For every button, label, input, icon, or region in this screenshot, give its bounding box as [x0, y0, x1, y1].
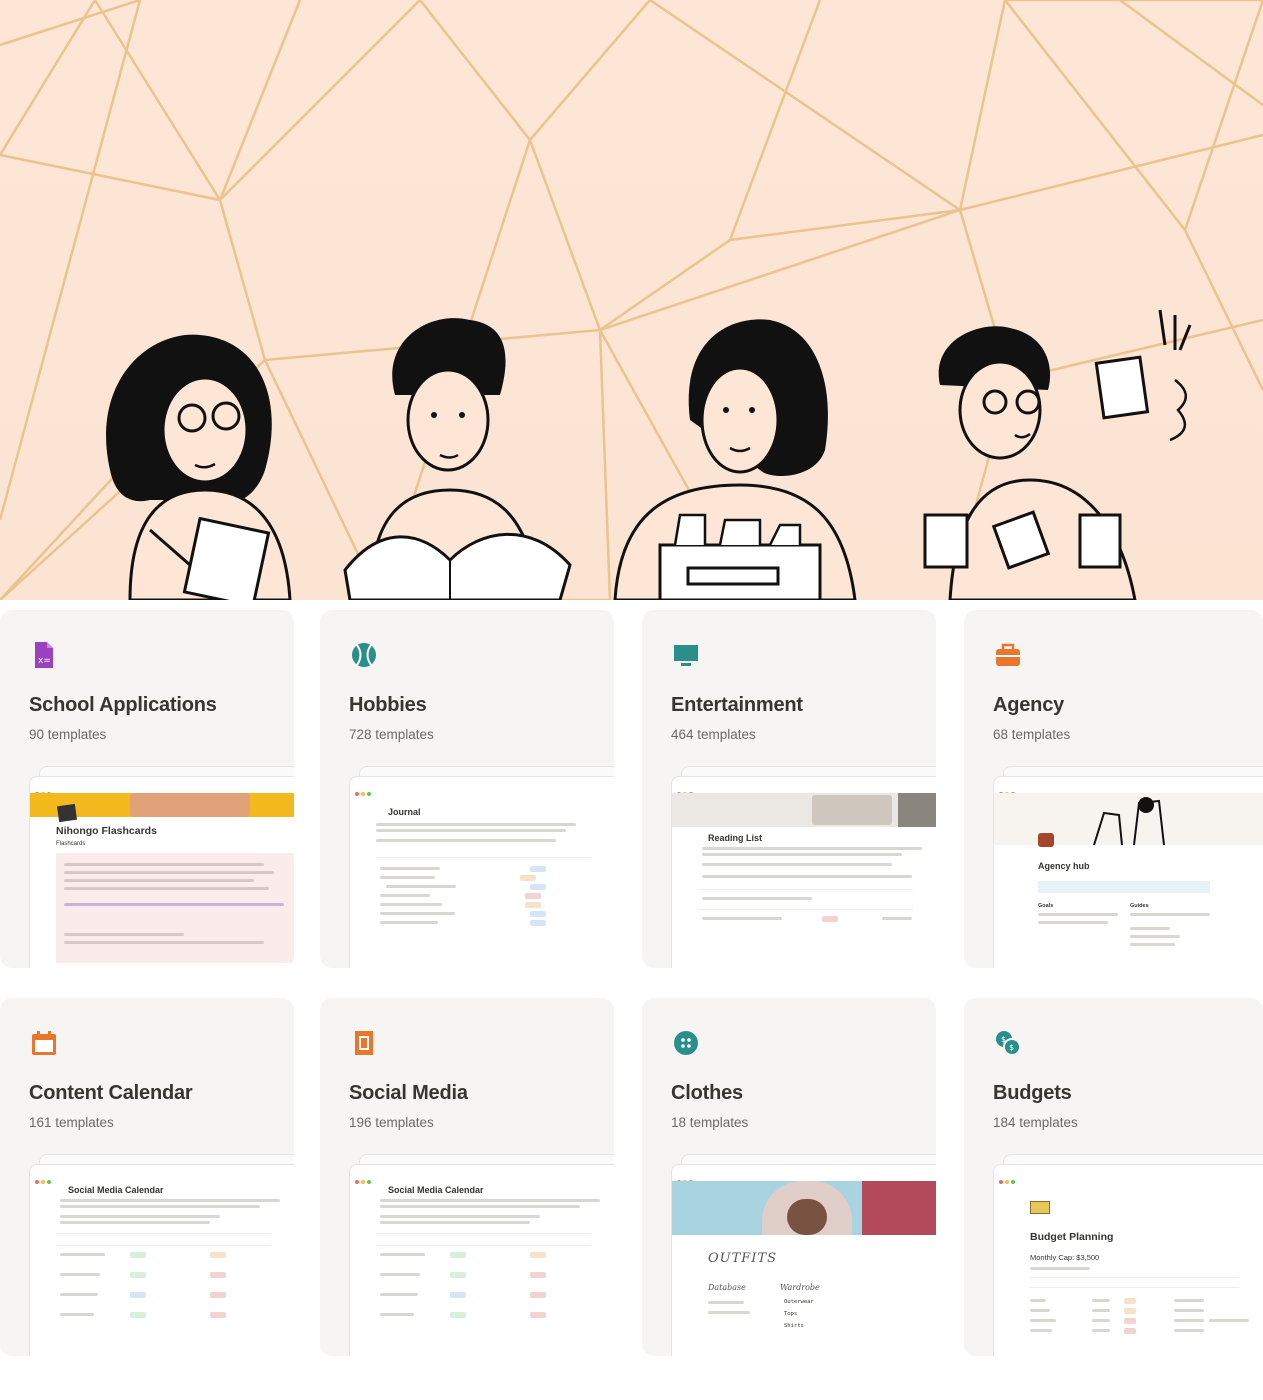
- template-preview: Reading List: [671, 766, 936, 968]
- preview-callout: [56, 853, 294, 963]
- template-preview: Journal: [349, 766, 614, 968]
- category-title: Budgets: [993, 1082, 1072, 1104]
- preview-column-wardrobe: Wardrobe: [780, 1283, 820, 1292]
- button-icon: [674, 1031, 698, 1055]
- category-card-hobbies[interactable]: Hobbies 728 templates Journal: [320, 610, 614, 968]
- preview-cover: [672, 793, 936, 827]
- category-card-budgets[interactable]: $ $ Budgets 184 templates Budget Plannin…: [964, 998, 1263, 1356]
- preview-title: OUTFITS: [708, 1251, 778, 1266]
- preview-item: Shirts: [784, 1323, 804, 1329]
- category-card-social-media[interactable]: Social Media 196 templates Social Media …: [320, 998, 614, 1356]
- category-title: Clothes: [671, 1082, 743, 1104]
- preview-cover: [672, 1181, 936, 1235]
- preview-subtitle: Monthly Cap: $3,500: [1030, 1253, 1100, 1262]
- category-title: Entertainment: [671, 694, 803, 716]
- stamp-icon: [355, 1031, 373, 1055]
- preview-title: Budget Planning: [1030, 1231, 1114, 1243]
- category-title: Agency: [993, 694, 1065, 716]
- preview-cover: [994, 793, 1263, 845]
- hero-banner: [0, 0, 1263, 600]
- template-category-grid: x= School Applications 90 templates Niho…: [0, 604, 1263, 1400]
- template-count: 68 templates: [993, 727, 1071, 742]
- category-title: Social Media: [349, 1082, 468, 1104]
- hero-illustration: [0, 0, 1263, 600]
- preview-title: Nihongo Flashcards: [56, 825, 157, 837]
- template-count: 196 templates: [349, 1115, 434, 1130]
- preview-cover: [30, 793, 294, 823]
- preview-title: Reading List: [708, 833, 763, 843]
- preview-column-database: Database: [708, 1283, 746, 1292]
- svg-text:$: $: [1001, 1035, 1006, 1044]
- person-with-notepad-illustration: [106, 334, 292, 600]
- preview-title: Agency hub: [1038, 861, 1090, 871]
- preview-page-icon: [1038, 833, 1054, 847]
- svg-text:x=: x=: [38, 656, 51, 666]
- category-title: Content Calendar: [29, 1082, 193, 1104]
- credit-card-icon: [1030, 1201, 1050, 1214]
- document-formula-icon: x=: [35, 642, 53, 668]
- template-count: 184 templates: [993, 1115, 1078, 1130]
- template-preview: Agency hub Goals Guides: [993, 766, 1263, 968]
- preview-item: Tops: [784, 1311, 798, 1317]
- person-reading-book-illustration: [343, 318, 572, 600]
- category-card-content-calendar[interactable]: Content Calendar 161 templates Social Me…: [0, 998, 294, 1356]
- template-count: 464 templates: [671, 727, 756, 742]
- category-title: Hobbies: [349, 694, 427, 716]
- person-with-file-box-illustration: [613, 319, 857, 600]
- preview-column-guides: Guides: [1130, 903, 1149, 909]
- template-preview: Nihongo Flashcards Flashcards: [29, 766, 294, 968]
- category-title: School Applications: [29, 694, 217, 716]
- tennis-ball-icon: [352, 643, 376, 667]
- preview-title: Social Media Calendar: [388, 1185, 484, 1195]
- template-count: 161 templates: [29, 1115, 114, 1130]
- briefcase-icon: [996, 643, 1020, 666]
- template-preview: Social Media Calendar: [29, 1154, 294, 1356]
- preview-item: Outerwear: [784, 1299, 814, 1305]
- preview-subtitle: Flashcards: [56, 841, 86, 847]
- template-preview: Budget Planning Monthly Cap: $3,500: [993, 1154, 1263, 1356]
- template-preview: OUTFITS Database Wardrobe Outerwear Tops…: [671, 1154, 936, 1356]
- preview-column-goals: Goals: [1038, 903, 1054, 909]
- template-count: 728 templates: [349, 727, 434, 742]
- category-card-clothes[interactable]: Clothes 18 templates OUTFITS Database Wa…: [642, 998, 936, 1356]
- template-count: 18 templates: [671, 1115, 749, 1130]
- svg-text:$: $: [1009, 1043, 1014, 1052]
- template-count: 90 templates: [29, 727, 107, 742]
- preview-title: Journal: [388, 807, 421, 817]
- money-exchange-icon: $ $: [996, 1031, 1021, 1056]
- template-preview: Social Media Calendar: [349, 1154, 614, 1356]
- calendar-icon: [32, 1031, 56, 1055]
- preview-title: Social Media Calendar: [68, 1185, 164, 1195]
- category-card-agency[interactable]: Agency 68 templates Agency hub Goals Gui…: [964, 610, 1263, 968]
- person-with-sticky-notes-illustration: [923, 309, 1192, 600]
- category-card-school-applications[interactable]: x= School Applications 90 templates Niho…: [0, 610, 294, 968]
- television-icon: [674, 645, 698, 666]
- category-card-entertainment[interactable]: Entertainment 464 templates Reading List: [642, 610, 936, 968]
